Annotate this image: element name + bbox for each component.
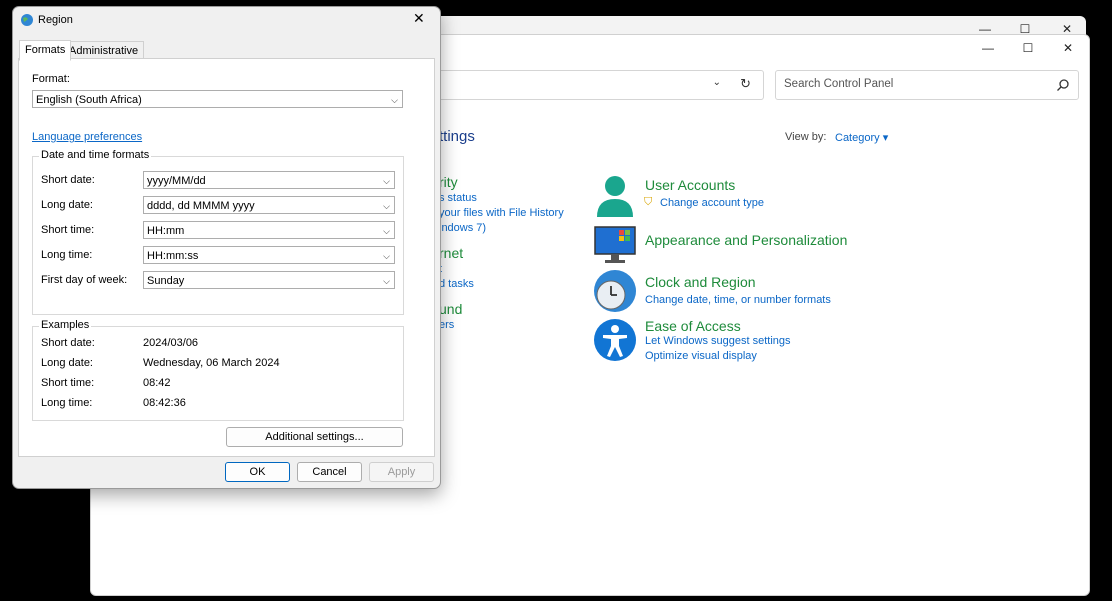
format-value: English (South Africa) xyxy=(36,94,142,106)
example-long-time-label: Long time: xyxy=(41,397,93,409)
long-date-select[interactable]: dddd, dd MMMM yyyy ⌵ xyxy=(143,196,395,214)
security-link-1[interactable]: s status xyxy=(439,192,477,204)
example-long-date-value: Wednesday, 06 March 2024 xyxy=(143,357,280,369)
system-security-title[interactable]: rity xyxy=(439,174,458,190)
dialog-title: Region xyxy=(38,14,73,26)
clock-globe-icon[interactable] xyxy=(593,269,637,313)
examples-group-title: Examples xyxy=(39,319,92,331)
hardware-link-1[interactable]: ers xyxy=(439,319,454,331)
hardware-sound-title[interactable]: und xyxy=(439,301,462,317)
security-link-3[interactable]: indows 7) xyxy=(439,222,486,234)
short-time-label: Short time: xyxy=(41,224,95,236)
shield-icon: ⛉ xyxy=(644,196,653,208)
long-time-value: HH:mm:ss xyxy=(147,250,199,262)
first-day-value: Sunday xyxy=(147,275,185,287)
security-link-2[interactable]: your files with File History xyxy=(439,207,564,219)
additional-settings-button[interactable]: Additional settings... xyxy=(226,427,403,447)
accessibility-icon[interactable] xyxy=(593,318,637,362)
short-date-value: yyyy/MM/dd xyxy=(147,175,206,187)
dialog-close-button[interactable]: ✕ xyxy=(413,10,425,27)
example-long-time-value: 08:42:36 xyxy=(143,397,186,409)
language-preferences-link[interactable]: Language preferences xyxy=(32,131,142,143)
tab-formats[interactable]: Formats xyxy=(19,40,72,61)
example-short-date-value: 2024/03/06 xyxy=(143,337,199,349)
datetime-formats-group: Date and time formats Short date: yyyy/M… xyxy=(32,149,404,315)
refresh-icon[interactable]: ↻ xyxy=(740,76,751,92)
suggest-settings-link[interactable]: Let Windows suggest settings xyxy=(645,335,791,347)
search-icon[interactable] xyxy=(1057,79,1069,91)
example-short-time-value: 08:42 xyxy=(143,377,171,389)
short-date-select[interactable]: yyyy/MM/dd ⌵ xyxy=(143,171,395,189)
chevron-down-icon: ⌵ xyxy=(383,226,390,236)
user-accounts-icon[interactable] xyxy=(593,173,637,217)
caret-down-icon: ▾ xyxy=(882,132,889,144)
region-globe-icon xyxy=(21,14,33,26)
change-formats-link[interactable]: Change date, time, or number formats xyxy=(645,294,831,306)
view-by-label: View by: xyxy=(785,131,827,143)
network-internet-title[interactable]: rnet xyxy=(439,245,463,261)
example-long-date-label: Long date: xyxy=(41,357,93,369)
chevron-down-icon: ⌵ xyxy=(383,251,390,261)
optimize-display-link[interactable]: Optimize visual display xyxy=(645,350,757,362)
examples-group: Examples Short date: 2024/03/06 Long dat… xyxy=(32,319,404,421)
close-icon: ✕ xyxy=(1062,41,1074,55)
ok-button[interactable]: OK xyxy=(225,462,290,482)
network-link-2[interactable]: d tasks xyxy=(439,278,474,290)
example-short-date-label: Short date: xyxy=(41,337,95,349)
long-date-value: dddd, dd MMMM yyyy xyxy=(147,200,255,212)
region-dialog: Region ✕ Formats Administrative Format: … xyxy=(12,6,441,489)
cp-close-button[interactable]: ✕ xyxy=(1045,35,1091,61)
page-heading: ttings xyxy=(439,128,475,145)
appearance-title[interactable]: Appearance and Personalization xyxy=(645,232,847,248)
ease-of-access-title[interactable]: Ease of Access xyxy=(645,318,741,334)
minimize-icon: — xyxy=(982,41,994,55)
chevron-down-icon[interactable]: ⌄ xyxy=(713,77,721,88)
format-select[interactable]: English (South Africa) ⌵ xyxy=(32,90,403,108)
search-box[interactable]: Search Control Panel xyxy=(775,70,1079,100)
user-accounts-title[interactable]: User Accounts xyxy=(645,177,735,193)
monitor-icon[interactable] xyxy=(593,223,637,267)
change-account-type-link[interactable]: Change account type xyxy=(660,197,764,209)
short-date-label: Short date: xyxy=(41,174,95,186)
first-day-select[interactable]: Sunday ⌵ xyxy=(143,271,395,289)
datetime-group-title: Date and time formats xyxy=(39,149,152,161)
cancel-button[interactable]: Cancel xyxy=(297,462,362,482)
clock-region-title[interactable]: Clock and Region xyxy=(645,274,756,290)
close-icon: ✕ xyxy=(413,10,425,26)
chevron-down-icon: ⌵ xyxy=(383,201,390,211)
short-time-value: HH:mm xyxy=(147,225,185,237)
long-date-label: Long date: xyxy=(41,199,93,211)
view-by-dropdown[interactable]: Category ▾ xyxy=(835,131,888,144)
address-bar[interactable]: ⌄ ↻ xyxy=(431,70,764,100)
apply-button[interactable]: Apply xyxy=(369,462,434,482)
formats-panel: Format: English (South Africa) ⌵ Language… xyxy=(18,58,435,457)
search-placeholder: Search Control Panel xyxy=(784,78,894,90)
view-by-value: Category xyxy=(835,132,880,144)
example-short-time-label: Short time: xyxy=(41,377,95,389)
first-day-label: First day of week: xyxy=(41,274,128,286)
long-time-label: Long time: xyxy=(41,249,93,261)
maximize-icon: ☐ xyxy=(1022,41,1034,55)
format-label: Format: xyxy=(32,73,70,85)
long-time-select[interactable]: HH:mm:ss ⌵ xyxy=(143,246,395,264)
chevron-down-icon: ⌵ xyxy=(391,95,398,105)
chevron-down-icon: ⌵ xyxy=(383,176,390,186)
chevron-down-icon: ⌵ xyxy=(383,276,390,286)
short-time-select[interactable]: HH:mm ⌵ xyxy=(143,221,395,239)
